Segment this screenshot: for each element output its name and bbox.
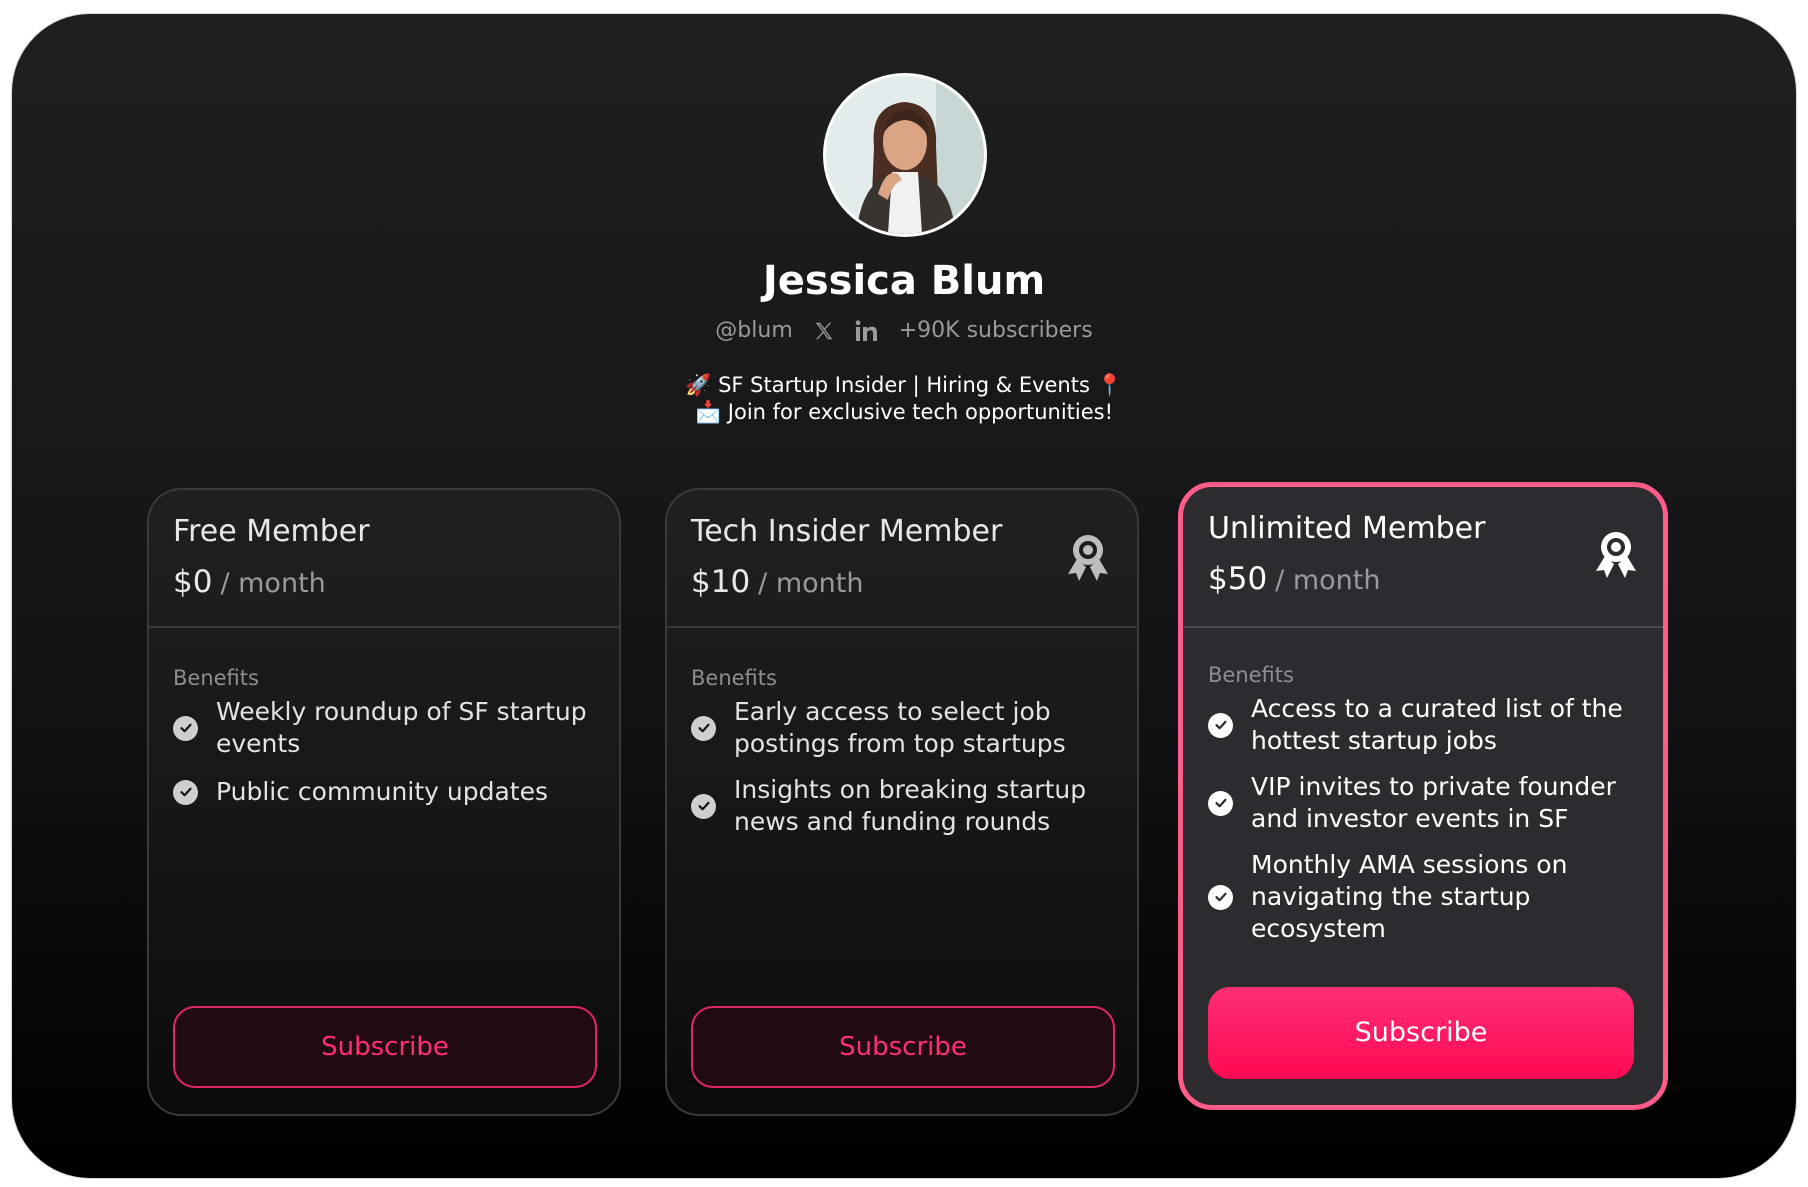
subscribe-button[interactable]: Subscribe (691, 1006, 1115, 1088)
check-icon (1208, 884, 1233, 910)
benefits-label: Benefits (1208, 663, 1294, 687)
check-icon (173, 715, 198, 741)
benefit-text: Weekly roundup of SF startup events (216, 697, 587, 758)
award-badge-icon (1065, 532, 1111, 584)
benefit-item: Public community updates (173, 776, 603, 808)
subscribe-button[interactable]: Subscribe (173, 1006, 597, 1088)
tier-title: Tech Insider Member (691, 514, 1003, 549)
price-amount: $0 (173, 564, 213, 600)
price-period: / month (758, 568, 864, 599)
benefit-item: Early access to select job postings from… (691, 696, 1121, 760)
avatar[interactable] (823, 73, 987, 237)
tier-price: $10/ month (691, 564, 863, 600)
tier-header: Free Member $0/ month (149, 490, 619, 628)
benefit-item: Weekly roundup of SF startup events (173, 696, 603, 760)
profile-name: Jessica Blum (762, 258, 1046, 304)
benefit-item: VIP invites to private founder and inves… (1208, 771, 1638, 835)
check-icon (691, 793, 716, 819)
profile-handle[interactable]: @blum (715, 318, 792, 343)
bio-line: 🚀 SF Startup Insider | Hiring & Events 📍 (685, 373, 1123, 397)
benefits-label: Benefits (173, 666, 259, 690)
benefit-text: Public community updates (216, 777, 548, 806)
check-icon (1208, 790, 1233, 816)
benefit-text: Early access to select job postings from… (734, 697, 1066, 758)
x-icon[interactable] (813, 320, 835, 342)
tier-title: Unlimited Member (1208, 511, 1486, 546)
benefit-text: VIP invites to private founder and inves… (1251, 772, 1616, 833)
profile-bio: 🚀 SF Startup Insider | Hiring & Events 📍… (0, 372, 1808, 426)
benefits-label: Benefits (691, 666, 777, 690)
tier-card-tech-insider: Tech Insider Member $10/ month Benefits … (665, 488, 1139, 1116)
bio-line: 📩 Join for exclusive tech opportunities! (694, 400, 1114, 424)
price-amount: $10 (691, 564, 751, 600)
tier-header: Unlimited Member $50/ month (1183, 487, 1663, 628)
benefit-text: Insights on breaking startup news and fu… (734, 775, 1087, 836)
benefit-item: Access to a curated list of the hottest … (1208, 693, 1638, 757)
linkedin-icon[interactable] (855, 319, 879, 342)
subscriber-count: +90K subscribers (898, 318, 1093, 343)
tier-card-unlimited: Unlimited Member $50/ month Benefits Acc… (1178, 482, 1668, 1110)
benefit-item: Monthly AMA sessions on navigating the s… (1208, 849, 1638, 945)
profile-meta: @blum +90K subscribers (0, 318, 1808, 343)
price-amount: $50 (1208, 561, 1268, 597)
tier-title: Free Member (173, 514, 370, 549)
benefit-text: Access to a curated list of the hottest … (1251, 694, 1623, 755)
tier-price: $50/ month (1208, 561, 1380, 597)
subscribe-button[interactable]: Subscribe (1208, 987, 1634, 1079)
tier-price: $0/ month (173, 564, 326, 600)
price-period: / month (220, 568, 326, 599)
tier-card-free: Free Member $0/ month Benefits Weekly ro… (147, 488, 621, 1116)
benefit-item: Insights on breaking startup news and fu… (691, 774, 1121, 838)
check-icon (691, 715, 716, 741)
award-badge-icon (1593, 529, 1639, 581)
benefit-text: Monthly AMA sessions on navigating the s… (1251, 850, 1568, 943)
tier-header: Tech Insider Member $10/ month (667, 490, 1137, 628)
check-icon (173, 779, 198, 805)
check-icon (1208, 712, 1233, 738)
price-period: / month (1275, 565, 1381, 596)
portrait-image (826, 76, 984, 234)
